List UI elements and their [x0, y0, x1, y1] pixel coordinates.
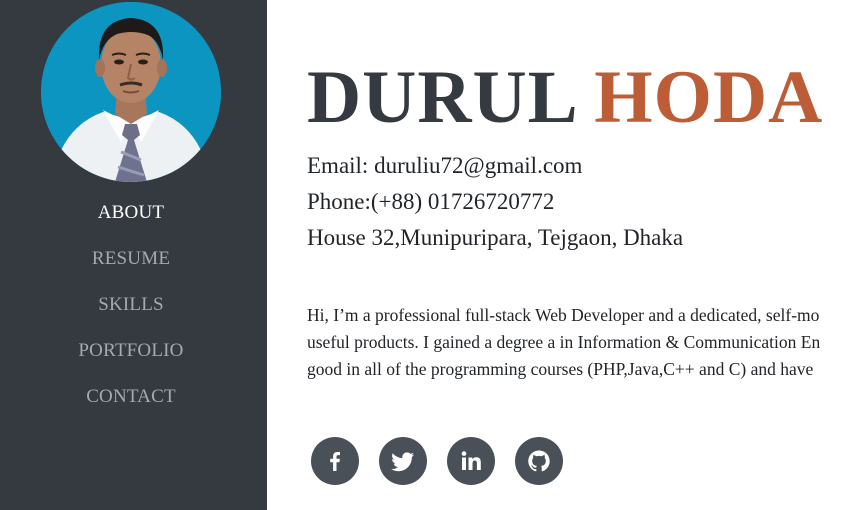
nav-item-resume[interactable]: RESUME [0, 242, 262, 288]
linkedin-icon [461, 451, 481, 470]
profile-photo [41, 2, 221, 182]
social-icons [311, 437, 563, 485]
facebook-icon [330, 452, 340, 471]
nav-item-skills[interactable]: SKILLS [0, 288, 262, 334]
profile-name: DURUL HODA [307, 50, 823, 145]
page: ABOUT RESUME SKILLS PORTFOLIO CONTACT DU… [0, 0, 862, 510]
address-text: House 32,Munipuripara, Tejgaon, Dhaka [307, 225, 684, 250]
sidebar: ABOUT RESUME SKILLS PORTFOLIO CONTACT [0, 0, 267, 510]
github-link[interactable] [515, 437, 563, 485]
email-text: Email: duruliu72@gmail.com [307, 153, 583, 178]
bio-text: Hi, I’m a professional full-stack Web De… [307, 302, 862, 383]
facebook-link[interactable] [311, 437, 359, 485]
nav-item-about[interactable]: ABOUT [0, 196, 262, 242]
twitter-link[interactable] [379, 437, 427, 485]
nav-item-contact[interactable]: CONTACT [0, 380, 262, 426]
github-icon [528, 450, 550, 472]
avatar [41, 2, 221, 182]
phone-text: Phone:(+88) 01726720772 [307, 189, 555, 214]
sidebar-nav: ABOUT RESUME SKILLS PORTFOLIO CONTACT [0, 196, 262, 426]
twitter-icon [391, 452, 414, 472]
last-name: HODA [594, 56, 824, 139]
first-name: DURUL [307, 56, 575, 139]
bio-line: Hi, I’m a professional full-stack Web De… [307, 305, 820, 325]
linkedin-link[interactable] [447, 437, 495, 485]
about-section: DURUL HODA Email: duruliu72@gmail.com Ph… [307, 0, 862, 510]
contact-info: Email: duruliu72@gmail.com Phone:(+88) 0… [307, 150, 683, 258]
bio-line: useful products. I gained a degree a in … [307, 332, 821, 352]
nav-item-portfolio[interactable]: PORTFOLIO [0, 334, 262, 380]
bio-line: good in all of the programming courses (… [307, 359, 814, 379]
